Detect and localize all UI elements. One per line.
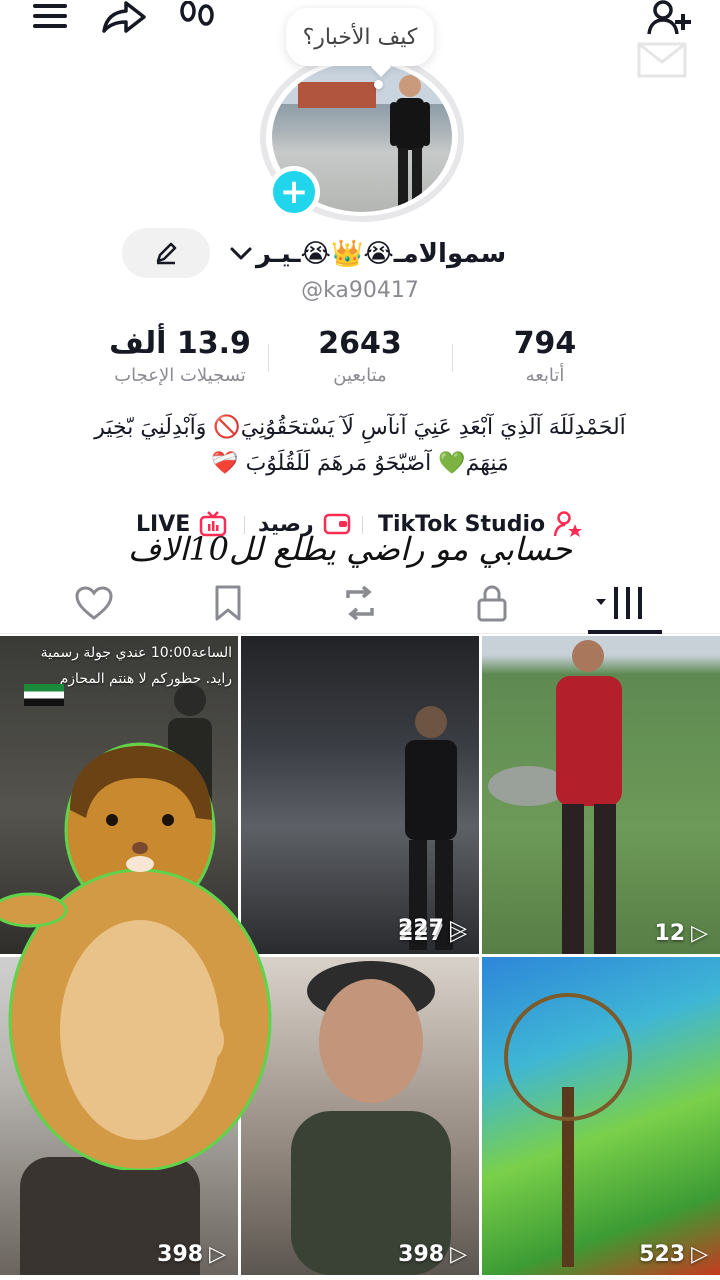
content-tabs: [0, 572, 720, 634]
followers-count: 2643: [318, 326, 402, 361]
play-icon: ▷: [691, 1242, 708, 1267]
likes-label: تسجيلات الإعجاب: [114, 365, 246, 386]
edit-profile-button[interactable]: [122, 228, 210, 278]
tab-private[interactable]: [462, 578, 522, 628]
following-count: 794: [513, 326, 577, 361]
heart-icon: [75, 586, 113, 620]
tab-saved[interactable]: [198, 578, 258, 628]
lock-icon: [477, 585, 507, 622]
play-icon: ▷: [691, 921, 708, 946]
video-thumbnail[interactable]: 523 ▷: [482, 957, 720, 1275]
overlay-caption: حسابي مو راضي يطلع لل10الاف: [128, 530, 572, 568]
active-tab-indicator: [588, 630, 662, 634]
thumbnail-figure: [291, 961, 451, 1275]
tab-liked[interactable]: [64, 578, 124, 628]
avatar-person: [390, 75, 430, 208]
chevron-down-icon[interactable]: [230, 241, 252, 267]
bookmark-icon: [215, 585, 241, 621]
stat-followers[interactable]: 2643 متابعين: [280, 326, 440, 386]
play-icon: ▷: [209, 1242, 226, 1267]
view-count: 398 ▷: [157, 1242, 226, 1267]
repost-icon: [346, 585, 374, 621]
stat-following[interactable]: 794 أتابعه: [470, 326, 620, 386]
tab-reposts[interactable]: [330, 578, 390, 628]
view-count-value: 398: [398, 1242, 445, 1267]
view-count-value: 523: [639, 1242, 686, 1267]
flag-icon: [24, 684, 64, 706]
bio: اَلحَمْدِلَلَهَ آلَذِيَ آبْعَدِ عَنِيَ آ…: [60, 410, 660, 482]
mail-icon: [636, 40, 688, 80]
grid-dropdown-icon: [596, 587, 642, 619]
note-bubble-tail: [374, 80, 383, 89]
tab-videos[interactable]: [586, 578, 656, 628]
menu-icon[interactable]: [30, 0, 70, 32]
username: @ka90417: [301, 278, 419, 303]
view-count-value: 227: [398, 916, 444, 941]
view-count: 398 ▷: [398, 1242, 467, 1267]
display-name-row[interactable]: سموالامـ😭👑😭ـيـر: [230, 232, 506, 276]
avatar-background-house: [298, 82, 376, 108]
stat-divider: [452, 344, 453, 372]
video-thumbnail[interactable]: 12 ▷: [482, 636, 720, 954]
bio-line-2: مَنِهَمَ💚 آصّبّحَوُ مَرهَمَ لَلَقُلَوُبَ…: [211, 451, 509, 476]
play-icon: ▷: [450, 1242, 467, 1267]
view-count-value: 12: [654, 921, 686, 946]
view-count-value: 398: [157, 1242, 204, 1267]
likes-count: 13.9 ألف: [109, 326, 251, 361]
thumbnail-figure: [556, 640, 622, 954]
add-user-icon[interactable]: [644, 0, 694, 36]
hamster-sticker: [0, 742, 272, 1170]
stat-divider: [268, 344, 269, 372]
pencil-icon: [156, 242, 177, 265]
view-count: 12 ▷: [654, 921, 708, 946]
view-count: 523 ▷: [639, 1242, 708, 1267]
share-icon[interactable]: [100, 0, 148, 34]
note-bubble[interactable]: كيف الأخبار؟: [286, 8, 434, 66]
display-name: سموالامـ😭👑😭ـيـر: [256, 239, 507, 269]
add-story-button[interactable]: +: [268, 166, 320, 218]
profile-stats: 13.9 ألف تسجيلات الإعجاب 2643 متابعين 79…: [0, 326, 720, 396]
following-label: أتابعه: [525, 365, 565, 386]
thumbnail-tree: [504, 993, 632, 1267]
bio-line-1: اَلحَمْدِلَلَهَ آلَذِيَ آبْعَدِ عَنِيَ آ…: [94, 415, 626, 440]
footprints-icon[interactable]: [176, 0, 220, 34]
stat-likes[interactable]: 13.9 ألف تسجيلات الإعجاب: [90, 326, 270, 386]
play-icon: ▷: [449, 916, 467, 941]
view-count: 227 ▷: [398, 916, 467, 941]
followers-label: متابعين: [333, 365, 387, 386]
